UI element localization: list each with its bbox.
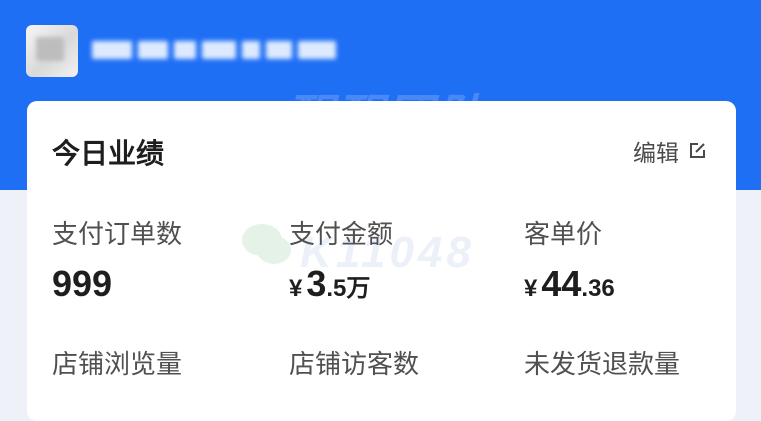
metric-paid-orders[interactable]: 支付订单数 999 bbox=[52, 214, 182, 305]
currency-symbol: ¥ bbox=[289, 275, 303, 302]
metric-number: 999 bbox=[52, 263, 113, 304]
metric-decimal: .36 bbox=[581, 275, 615, 302]
card-title: 今日业绩 bbox=[52, 137, 165, 170]
edit-button[interactable]: 编辑 bbox=[633, 134, 707, 168]
store-avatar[interactable] bbox=[26, 25, 78, 77]
metric-value: 999 bbox=[52, 263, 182, 305]
metric-store-views[interactable]: 店铺浏览量 bbox=[52, 344, 182, 381]
edit-label: 编辑 bbox=[633, 141, 679, 167]
metric-avg-order-price[interactable]: 客单价 ¥44.36 bbox=[524, 214, 615, 305]
metric-label: 店铺浏览量 bbox=[52, 350, 183, 380]
metric-label: 客单价 bbox=[524, 220, 603, 250]
external-edit-icon bbox=[690, 143, 705, 158]
metric-label: 店铺访客数 bbox=[289, 350, 420, 380]
metric-label: 支付订单数 bbox=[52, 220, 183, 250]
metric-number: 44 bbox=[541, 263, 582, 304]
currency-symbol: ¥ bbox=[524, 275, 538, 302]
metric-store-visitors[interactable]: 店铺访客数 bbox=[289, 344, 419, 381]
store-name-blurred bbox=[92, 32, 342, 68]
wechat-icon bbox=[242, 224, 291, 264]
metric-unit: 万 bbox=[346, 274, 371, 302]
metric-value: ¥44.36 bbox=[524, 263, 615, 305]
metric-unshipped-refunds[interactable]: 未发货退款量 bbox=[524, 344, 680, 381]
metric-decimal: .5 bbox=[326, 275, 347, 302]
watermark-id-text: K11048 bbox=[300, 228, 475, 277]
metric-label: 未发货退款量 bbox=[524, 350, 681, 380]
